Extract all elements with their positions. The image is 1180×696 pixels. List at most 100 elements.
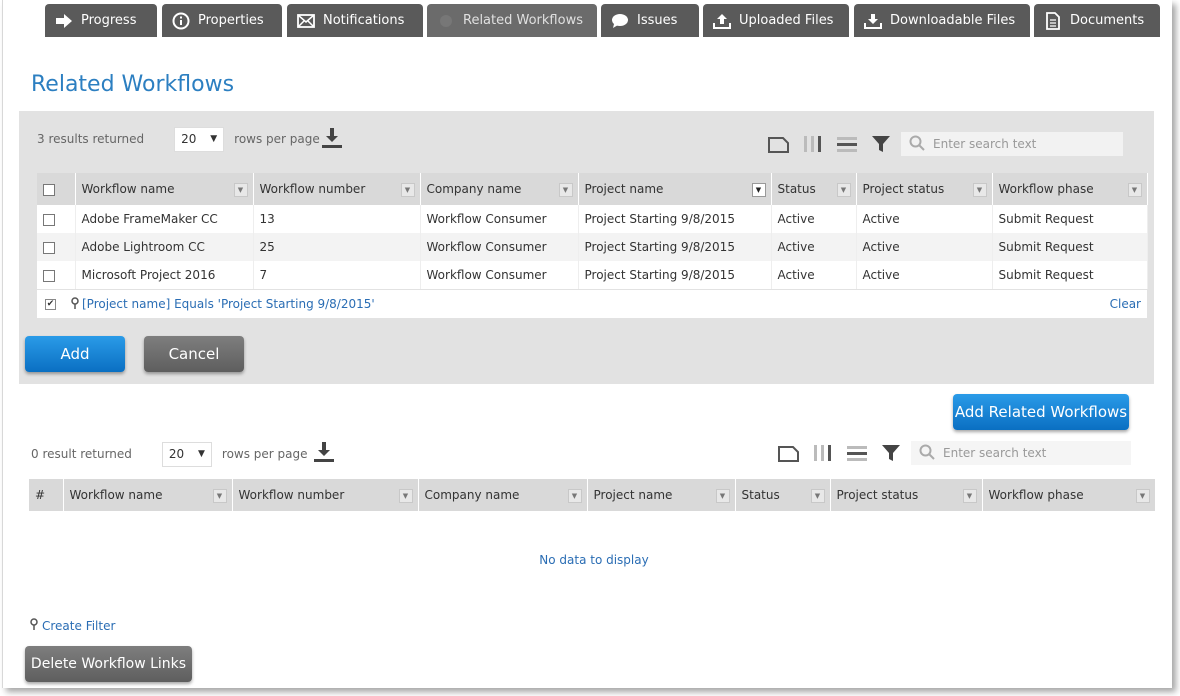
column-filter-active-icon[interactable]: ▼ [751, 183, 766, 197]
results-count: 3 results returned [37, 132, 145, 146]
cell-status: Active [771, 205, 857, 233]
export-download-icon[interactable] [312, 440, 336, 464]
cell-workflow-phase: Submit Request [992, 205, 1148, 233]
workflow-icon [437, 12, 455, 30]
tab-properties[interactable]: Properties [162, 4, 282, 37]
active-filter-link[interactable]: [Project name] Equals 'Project Starting … [70, 296, 375, 312]
filter-icon[interactable] [869, 134, 893, 154]
tab-notifications[interactable]: Notifications [287, 4, 423, 37]
column-header[interactable]: Workflow number ▼ [232, 479, 419, 511]
results-count: 0 result returned [31, 447, 132, 461]
search-input[interactable] [943, 446, 1123, 460]
column-header[interactable]: Project name ▼ [578, 173, 772, 205]
tab-label: Progress [81, 13, 137, 28]
column-filter-icon[interactable]: ▼ [810, 489, 825, 503]
rows-per-page-value: 20 [168, 447, 185, 461]
filter-icon[interactable] [879, 443, 903, 463]
active-filter-text: [Project name] Equals 'Project Starting … [82, 297, 375, 311]
rows-per-page-label: rows per page [234, 132, 320, 146]
top-grid-toolbar [767, 134, 893, 154]
tab-downloadable-files[interactable]: Downloadable Files [854, 4, 1030, 37]
columns-icon[interactable] [811, 443, 835, 463]
column-filter-icon[interactable]: ▼ [398, 489, 413, 503]
column-filter-icon[interactable]: ▼ [972, 183, 987, 197]
tab-issues[interactable]: Issues [601, 4, 699, 37]
rows-per-page-value: 20 [181, 132, 197, 146]
add-related-workflows-button[interactable]: Add Related Workflows [953, 394, 1129, 430]
speech-bubble-icon [611, 12, 629, 30]
filter-pin-icon [70, 296, 80, 312]
column-filter-icon[interactable]: ▼ [715, 489, 730, 503]
export-download-icon[interactable] [320, 126, 344, 150]
filter-enabled-checkbox[interactable]: ✔ [45, 298, 56, 310]
column-header[interactable]: Company name ▼ [418, 479, 588, 511]
active-filter-bar: ✔ [Project name] Equals 'Project Startin… [37, 290, 1147, 318]
search-input[interactable] [933, 137, 1113, 151]
rows-icon[interactable] [845, 443, 869, 463]
column-filter-icon[interactable]: ▼ [962, 489, 977, 503]
column-filter-icon[interactable]: ▼ [836, 183, 851, 197]
column-filter-icon[interactable]: ▼ [212, 489, 227, 503]
column-header[interactable]: Workflow phase ▼ [982, 479, 1156, 511]
select-all-header [37, 173, 76, 205]
card-view-icon[interactable] [777, 443, 801, 463]
column-header[interactable]: Workflow name ▼ [63, 479, 233, 511]
rows-icon[interactable] [835, 134, 859, 154]
clear-filter-link[interactable]: Clear [1110, 297, 1141, 311]
rows-per-page-select[interactable]: 20 ▼ [161, 441, 212, 467]
cell-workflow-phase: Submit Request [992, 233, 1148, 261]
tab-progress[interactable]: Progress [45, 4, 157, 37]
column-header[interactable]: Workflow phase ▼ [992, 173, 1148, 205]
bottom-grid-toolbar [777, 443, 903, 463]
column-header[interactable]: Project status ▼ [856, 173, 993, 205]
tab-uploaded-files[interactable]: Uploaded Files [703, 4, 849, 37]
table-row[interactable]: Adobe Lightroom CC 25 Workflow Consumer … [37, 233, 1148, 261]
search-icon [909, 135, 925, 154]
add-button[interactable]: Add [25, 336, 125, 372]
filter-pin-icon [29, 618, 39, 633]
cell-workflow-phase: Submit Request [992, 261, 1148, 289]
cell-project-status: Active [856, 205, 993, 233]
column-filter-icon[interactable]: ▼ [1127, 183, 1142, 197]
column-header[interactable]: Workflow name ▼ [75, 173, 254, 205]
main-window: Progress Properties Notifications Relate… [2, 0, 1172, 688]
table-row[interactable]: Microsoft Project 2016 7 Workflow Consum… [37, 261, 1148, 289]
tab-documents[interactable]: Documents [1034, 4, 1160, 37]
column-header[interactable]: Workflow number ▼ [253, 173, 421, 205]
tab-label: Uploaded Files [739, 13, 834, 28]
create-filter-link[interactable]: Create Filter [29, 618, 115, 633]
column-filter-icon[interactable]: ▼ [558, 183, 573, 197]
top-search-box [901, 132, 1123, 156]
rows-per-page-select[interactable]: 20 ▼ [174, 126, 225, 152]
cell-project-status: Active [856, 261, 993, 289]
tab-label: Properties [198, 13, 264, 28]
cell-project-status: Active [856, 233, 993, 261]
row-checkbox[interactable] [43, 241, 55, 254]
arrow-right-icon [55, 12, 73, 30]
table-row[interactable]: Adobe FrameMaker CC 13 Workflow Consumer… [37, 205, 1148, 233]
card-view-icon[interactable] [767, 134, 791, 154]
columns-icon[interactable] [801, 134, 825, 154]
column-filter-icon[interactable]: ▼ [233, 183, 248, 197]
cell-workflow-name: Adobe Lightroom CC [75, 233, 254, 261]
column-filter-icon[interactable]: ▼ [400, 183, 415, 197]
column-header[interactable]: Project status ▼ [830, 479, 983, 511]
cell-status: Active [771, 233, 857, 261]
cancel-button[interactable]: Cancel [144, 336, 244, 372]
row-checkbox[interactable] [43, 213, 55, 226]
related-workflows-table: # Workflow name ▼ Workflow number ▼ Compan… [29, 479, 1156, 511]
column-filter-icon[interactable]: ▼ [1135, 489, 1150, 503]
tab-label: Related Workflows [463, 13, 583, 28]
tab-bar: Progress Properties Notifications Relate… [3, 4, 1180, 38]
column-header[interactable]: Status ▼ [771, 173, 857, 205]
column-header[interactable]: Status ▼ [735, 479, 831, 511]
row-checkbox[interactable] [43, 269, 55, 282]
delete-workflow-links-button[interactable]: Delete Workflow Links [25, 646, 192, 682]
select-all-checkbox[interactable] [43, 183, 55, 196]
column-header[interactable]: Company name ▼ [420, 173, 579, 205]
chevron-down-icon: ▼ [197, 449, 205, 459]
column-filter-icon[interactable]: ▼ [567, 489, 582, 503]
cell-project-name: Project Starting 9/8/2015 [578, 233, 772, 261]
column-header[interactable]: Project name ▼ [587, 479, 736, 511]
tab-related-workflows[interactable]: Related Workflows [427, 4, 597, 37]
